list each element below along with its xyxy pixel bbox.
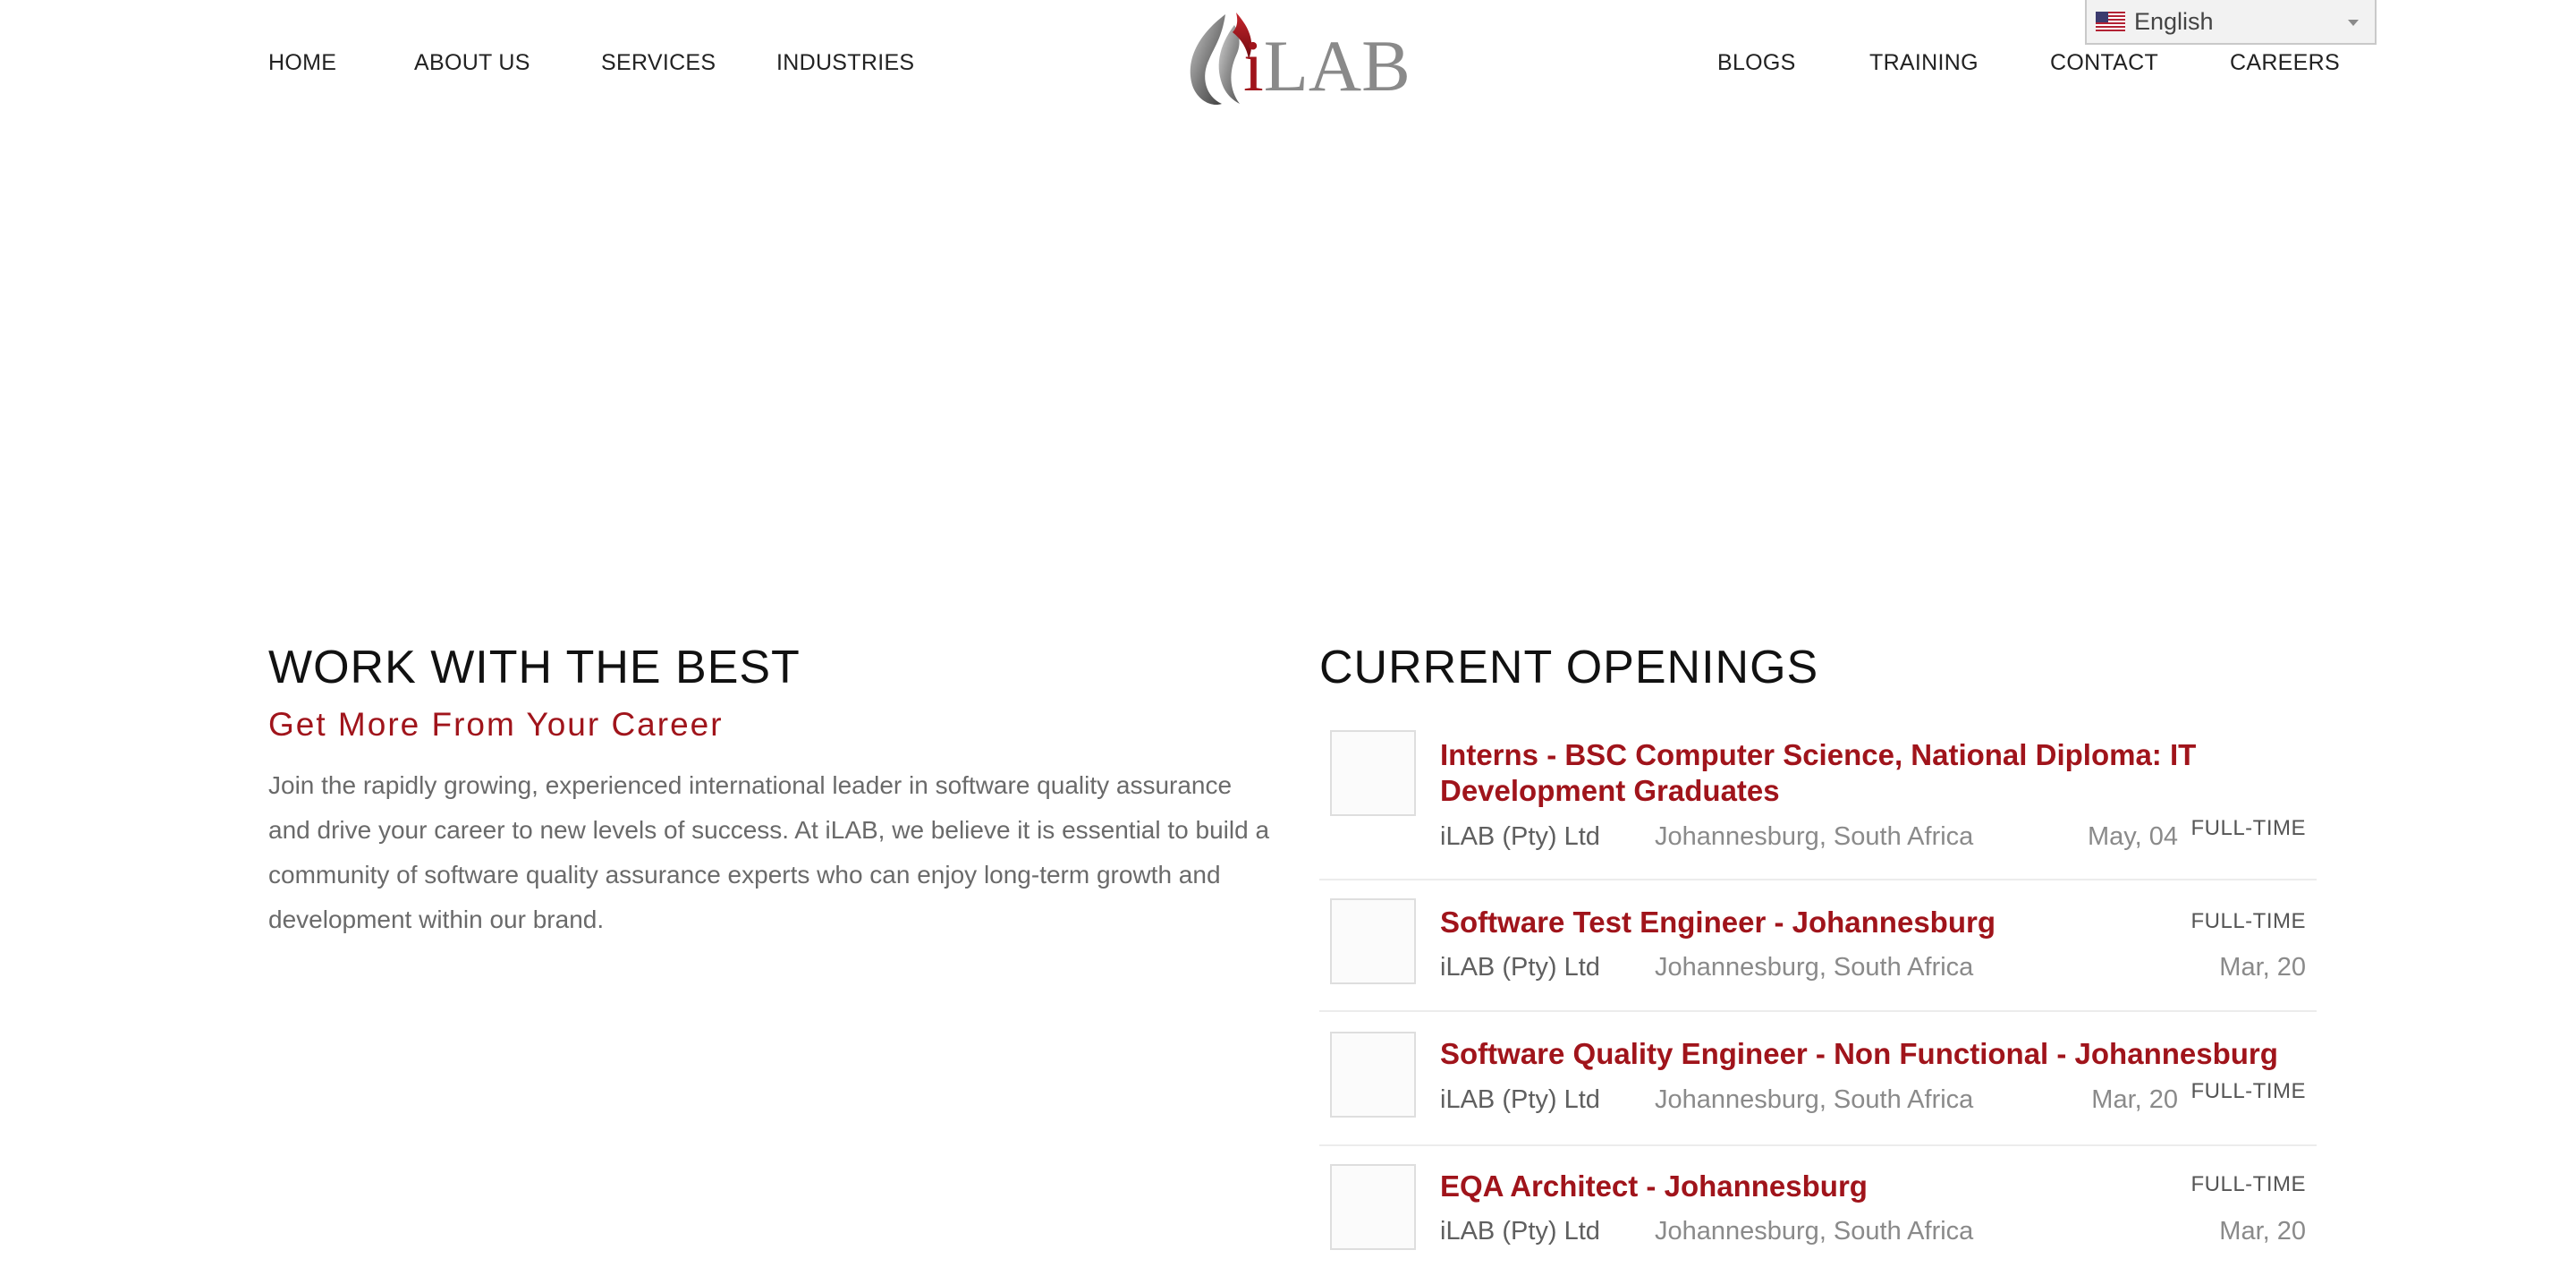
career-intro-text: Join the rapidly growing, experienced in… bbox=[268, 771, 1270, 933]
nav-careers[interactable]: CAREERS bbox=[2230, 50, 2340, 76]
job-title-link[interactable]: Interns - BSC Computer Science, National… bbox=[1440, 737, 2245, 809]
job-type-badge: FULL-TIME bbox=[2190, 909, 2306, 933]
careers-page: HOME ABOUT US SERVICES INDUSTRIES iLAB B… bbox=[0, 0, 2576, 1267]
work-with-best-heading: WORK WITH THE BEST bbox=[268, 642, 801, 693]
job-thumbnail bbox=[1330, 898, 1416, 984]
job-thumbnail bbox=[1330, 730, 1416, 816]
job-list: Interns - BSC Computer Science, National… bbox=[1319, 716, 2317, 1267]
job-thumbnail bbox=[1330, 1032, 1416, 1118]
job-listing[interactable]: Interns - BSC Computer Science, National… bbox=[1319, 716, 2317, 880]
job-type-badge: FULL-TIME bbox=[2190, 816, 2306, 840]
language-selected-label: English bbox=[2134, 7, 2214, 35]
job-location: Johannesburg, South Africa bbox=[1655, 822, 1974, 851]
chevron-down-icon bbox=[2348, 20, 2359, 26]
job-type-badge: FULL-TIME bbox=[2190, 1172, 2306, 1196]
logo-wordmark: iLAB bbox=[1243, 27, 1411, 106]
job-date: Mar, 20 bbox=[2219, 1217, 2306, 1246]
job-date: Mar, 20 bbox=[2091, 1085, 2178, 1114]
nav-industries[interactable]: INDUSTRIES bbox=[776, 50, 914, 76]
nav-home[interactable]: HOME bbox=[268, 50, 336, 76]
job-company: iLAB (Pty) Ltd bbox=[1440, 1085, 1600, 1114]
job-title-link[interactable]: Software Quality Engineer - Non Function… bbox=[1440, 1036, 2317, 1072]
job-listing[interactable]: Software Quality Engineer - Non Function… bbox=[1319, 1012, 2317, 1146]
current-openings-heading: CURRENT OPENINGS bbox=[1319, 642, 1819, 693]
language-selector[interactable]: English bbox=[2085, 0, 2377, 45]
ilab-logo[interactable]: iLAB bbox=[1179, 11, 1411, 109]
job-title-link[interactable]: EQA Architect - Johannesburg bbox=[1440, 1169, 2174, 1204]
job-type-badge: FULL-TIME bbox=[2190, 1079, 2306, 1103]
job-location: Johannesburg, South Africa bbox=[1655, 953, 1974, 982]
job-location: Johannesburg, South Africa bbox=[1655, 1217, 1974, 1246]
job-date: May, 04 bbox=[2087, 822, 2178, 851]
job-date: Mar, 20 bbox=[2219, 953, 2306, 982]
nav-training[interactable]: TRAINING bbox=[1869, 50, 1979, 76]
us-flag-icon bbox=[2096, 12, 2125, 31]
job-location: Johannesburg, South Africa bbox=[1655, 1085, 1974, 1114]
job-thumbnail bbox=[1330, 1164, 1416, 1250]
job-title-link[interactable]: Software Test Engineer - Johannesburg bbox=[1440, 905, 2174, 940]
job-company: iLAB (Pty) Ltd bbox=[1440, 953, 1600, 982]
career-subheading: Get More From Your Career bbox=[268, 706, 724, 743]
logo-i: i bbox=[1243, 25, 1264, 106]
job-company: iLAB (Pty) Ltd bbox=[1440, 1217, 1600, 1246]
logo-lab: LAB bbox=[1263, 25, 1411, 106]
nav-contact[interactable]: CONTACT bbox=[2050, 50, 2158, 76]
nav-blogs[interactable]: BLOGS bbox=[1717, 50, 1796, 76]
job-company: iLAB (Pty) Ltd bbox=[1440, 822, 1600, 851]
nav-services[interactable]: SERVICES bbox=[601, 50, 716, 76]
job-listing[interactable]: EQA Architect - Johannesburg iLAB (Pty) … bbox=[1319, 1146, 2317, 1267]
job-listing[interactable]: Software Test Engineer - Johannesburg iL… bbox=[1319, 880, 2317, 1012]
nav-about-us[interactable]: ABOUT US bbox=[414, 50, 530, 76]
